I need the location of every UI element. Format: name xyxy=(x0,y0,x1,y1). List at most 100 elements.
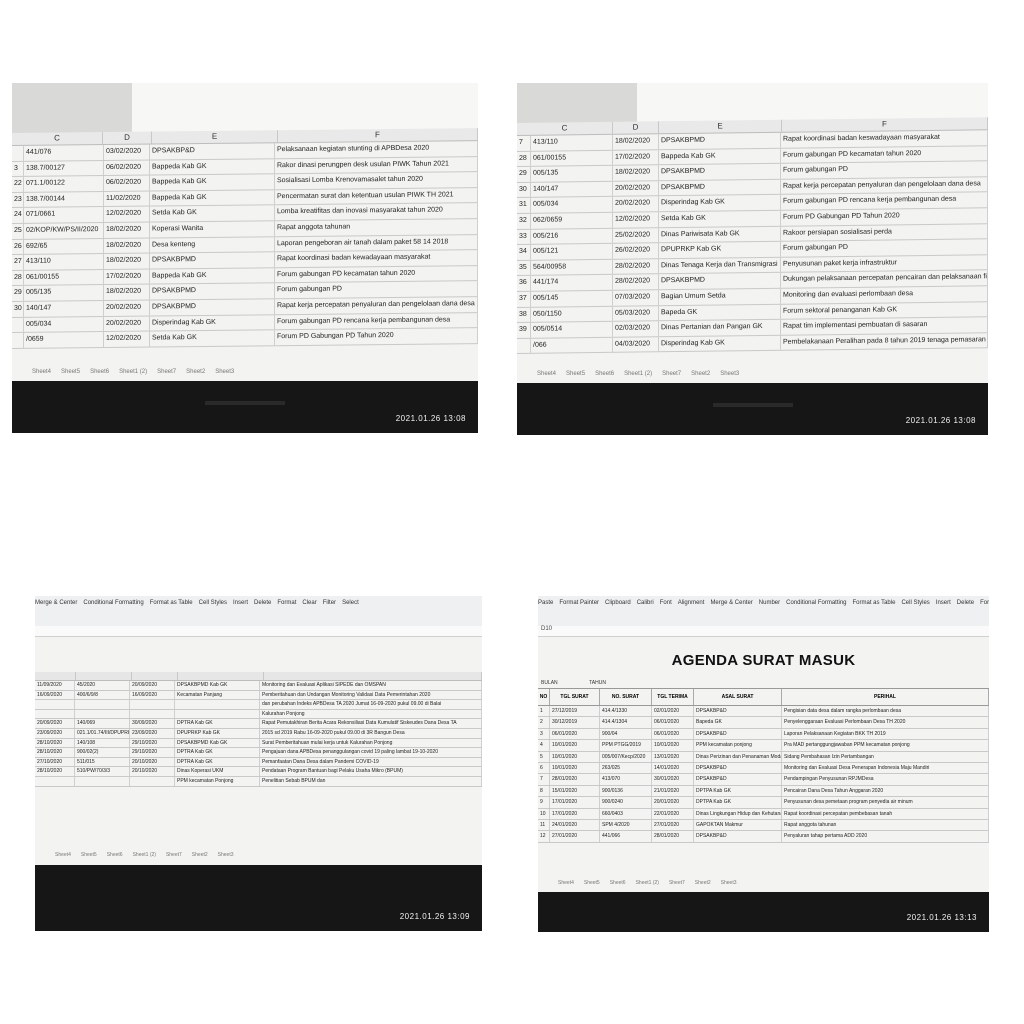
table-cell[interactable]: Penelitian Sebab BPUM dan xyxy=(260,776,482,786)
table-cell[interactable]: Monitoring dan evaluasi perlombaan desa xyxy=(781,286,988,304)
ribbon-item[interactable]: Alignment xyxy=(678,600,705,606)
ribbon-item[interactable]: Delete xyxy=(957,600,974,606)
table-cell[interactable]: Bappeda Kab GK xyxy=(659,148,781,165)
table-cell[interactable] xyxy=(517,338,531,354)
table-cell[interactable]: DPSAKBPMD xyxy=(659,132,781,149)
ribbon-item[interactable]: Format as Table xyxy=(150,600,193,606)
table-cell[interactable]: Bappeda Kab GK xyxy=(150,190,275,206)
table-cell[interactable]: Rakor dinasi perungpen desk usulan PIWK … xyxy=(275,156,478,174)
table-cell[interactable]: 6 xyxy=(538,762,550,774)
ribbon-item[interactable]: Format as Table xyxy=(853,600,896,606)
sheet-tab[interactable]: Sheet5 xyxy=(81,852,97,858)
sheet-tab[interactable]: Sheet1 (2) xyxy=(624,371,652,377)
table-cell[interactable]: 23 xyxy=(12,192,24,208)
table-cell[interactable]: 2015 sd 2019 Rabu 16-09-2020 pukul 09.00… xyxy=(260,728,482,738)
table-cell[interactable]: Monitoring dan Evaluasi Desa Penerapan I… xyxy=(782,762,989,774)
table-cell[interactable]: DPSAKBPMD xyxy=(150,252,275,269)
table-cell[interactable]: 27/01/2020 xyxy=(550,831,600,842)
table-cell[interactable]: Dinas Koperasi UKM xyxy=(175,767,260,776)
table-cell[interactable]: Forum sektoral penanganan Kab GK xyxy=(781,301,988,319)
sheet-tab[interactable]: Sheet1 (2) xyxy=(119,369,147,375)
table-cell[interactable] xyxy=(175,709,260,719)
table-cell[interactable] xyxy=(130,709,175,719)
sheet-tab[interactable]: Sheet7 xyxy=(166,852,182,858)
ribbon-item[interactable]: Format xyxy=(980,600,989,606)
table-cell[interactable]: DPTRA Kab GK xyxy=(175,719,260,728)
sheet-tab[interactable]: Sheet3 xyxy=(721,880,737,886)
table-cell[interactable]: 28 xyxy=(12,270,24,286)
table-cell[interactable]: 005/007/Kecp/2020 xyxy=(600,751,652,762)
table-cell[interactable]: Rapat tim implementasi pembuatan di sasa… xyxy=(781,317,988,335)
table-cell[interactable]: 28/10/2020 xyxy=(35,738,75,748)
table-cell[interactable]: 05/03/2020 xyxy=(613,305,659,321)
table-cell[interactable] xyxy=(130,700,175,709)
table-cell[interactable]: 39 xyxy=(517,322,531,338)
table-cell[interactable]: 18/02/2020 xyxy=(104,253,150,269)
table-cell[interactable]: Monitoring dan Evaluasi Aplikasi SIPEDE … xyxy=(260,681,482,690)
ribbon-item[interactable]: Format Painter xyxy=(559,600,599,606)
sheet-tab[interactable]: Sheet3 xyxy=(218,852,234,858)
table-cell[interactable]: 20/02/2020 xyxy=(104,316,150,332)
table-cell[interactable]: 45/2020 xyxy=(75,681,130,690)
table-cell[interactable]: /066 xyxy=(531,337,613,354)
table-cell[interactable]: Bapeda GK xyxy=(659,304,781,321)
table-cell[interactable]: Rakoor persiapan sosialisasi perda xyxy=(781,223,988,241)
sheet-tab[interactable]: Sheet2 xyxy=(186,369,205,375)
table-cell[interactable]: 900/02(2) xyxy=(75,748,130,757)
table-cell[interactable]: 06/02/2020 xyxy=(104,175,150,191)
table-cell[interactable]: Forum gabungan PD kecamatan tahun 2020 xyxy=(781,145,988,163)
table-cell[interactable]: 138.7/00144 xyxy=(24,191,104,208)
table-cell[interactable]: 17/01/2020 xyxy=(550,797,600,808)
table-cell[interactable]: 17/01/2020 xyxy=(550,808,600,819)
table-cell[interactable]: Forum PD Gabungan PD Tahun 2020 xyxy=(781,208,988,226)
table-cell[interactable]: Forum PD Gabungan PD Tahun 2020 xyxy=(275,328,478,345)
table-cell[interactable]: Koperasi Wanita xyxy=(150,221,275,238)
table-cell[interactable]: 20/02/2020 xyxy=(613,181,659,197)
table-cell[interactable]: Bappeda Kab GK xyxy=(150,267,275,284)
table-cell[interactable]: Dukungan pelaksanaan percepatan pencaira… xyxy=(781,270,988,288)
table-cell[interactable]: Rapat koordinasi badan keswadayaan masya… xyxy=(781,130,988,148)
table-cell[interactable]: 30/01/2020 xyxy=(652,774,694,785)
table-cell[interactable]: 11 xyxy=(538,819,550,831)
table-cell[interactable]: 138.7/00127 xyxy=(24,160,104,177)
table-cell[interactable]: 10/01/2020 xyxy=(652,740,694,751)
table-cell[interactable]: 692/65 xyxy=(24,238,104,255)
table-cell[interactable]: 7 xyxy=(538,774,550,785)
table-cell[interactable]: DPSAKBP&D xyxy=(694,774,782,785)
sheet-tab[interactable]: Sheet3 xyxy=(215,369,234,375)
table-cell[interactable]: 30/12/2019 xyxy=(550,717,600,728)
sheet-tab[interactable]: Sheet4 xyxy=(32,369,51,375)
table-cell[interactable]: DPSAKBP&D xyxy=(694,706,782,717)
table-cell[interactable]: 28/10/2020 xyxy=(35,748,75,757)
table-cell[interactable]: 25 xyxy=(12,223,24,239)
table-cell[interactable]: 071.1/00122 xyxy=(24,176,104,192)
table-cell[interactable]: 29/10/2020 xyxy=(130,738,175,748)
table-cell[interactable]: Kalurahan Ponjong xyxy=(260,709,482,719)
table-cell[interactable]: Pencairan Dana Desa Tahun Anggaran 2020 xyxy=(782,785,989,797)
table-cell[interactable]: Rapat anggota tahunan xyxy=(782,819,989,831)
table-cell[interactable]: SPM 4/2020 xyxy=(600,819,652,831)
table-cell[interactable]: dan perubahan Indeks APBDesa TA 2020 Jum… xyxy=(260,700,482,709)
table-cell[interactable]: 16/09/2020 xyxy=(130,690,175,700)
table-cell[interactable]: 06/01/2020 xyxy=(652,717,694,728)
table-cell[interactable]: 28/02/2020 xyxy=(613,259,659,275)
sheet-tab[interactable]: Sheet4 xyxy=(558,880,574,886)
table-cell[interactable]: 18/02/2020 xyxy=(613,134,659,150)
table-cell[interactable]: 28/10/2020 xyxy=(35,767,75,776)
sheet-tab[interactable]: Sheet6 xyxy=(90,369,109,375)
table-cell[interactable]: Pembelakanaan Peralihan pada 8 tahun 201… xyxy=(781,332,988,351)
table-cell[interactable]: Disperindag Kab GK xyxy=(659,335,781,352)
table-cell[interactable] xyxy=(130,776,175,786)
table-cell[interactable]: Forum gabungan PD rencana kerja pembangu… xyxy=(275,312,478,330)
table-cell[interactable]: Forum gabungan PD xyxy=(275,281,478,299)
table-cell[interactable]: 510/PW/70/3/3 xyxy=(75,767,130,776)
ribbon-item[interactable]: Clipboard xyxy=(605,600,631,606)
table-cell[interactable]: DPSAKBPMD Kab GK xyxy=(175,681,260,690)
table-cell[interactable]: 8 xyxy=(538,785,550,797)
sheet-tab[interactable]: Sheet5 xyxy=(61,369,80,375)
table-cell[interactable]: PPM kecamatan ponjong xyxy=(694,740,782,751)
table-cell[interactable]: 5 xyxy=(538,751,550,762)
table-cell[interactable]: Pendataan Program Bantuan bagi Pelaku Us… xyxy=(260,767,482,776)
table-cell[interactable]: Setda Kab GK xyxy=(150,205,275,222)
ribbon-item[interactable]: Delete xyxy=(254,600,271,606)
